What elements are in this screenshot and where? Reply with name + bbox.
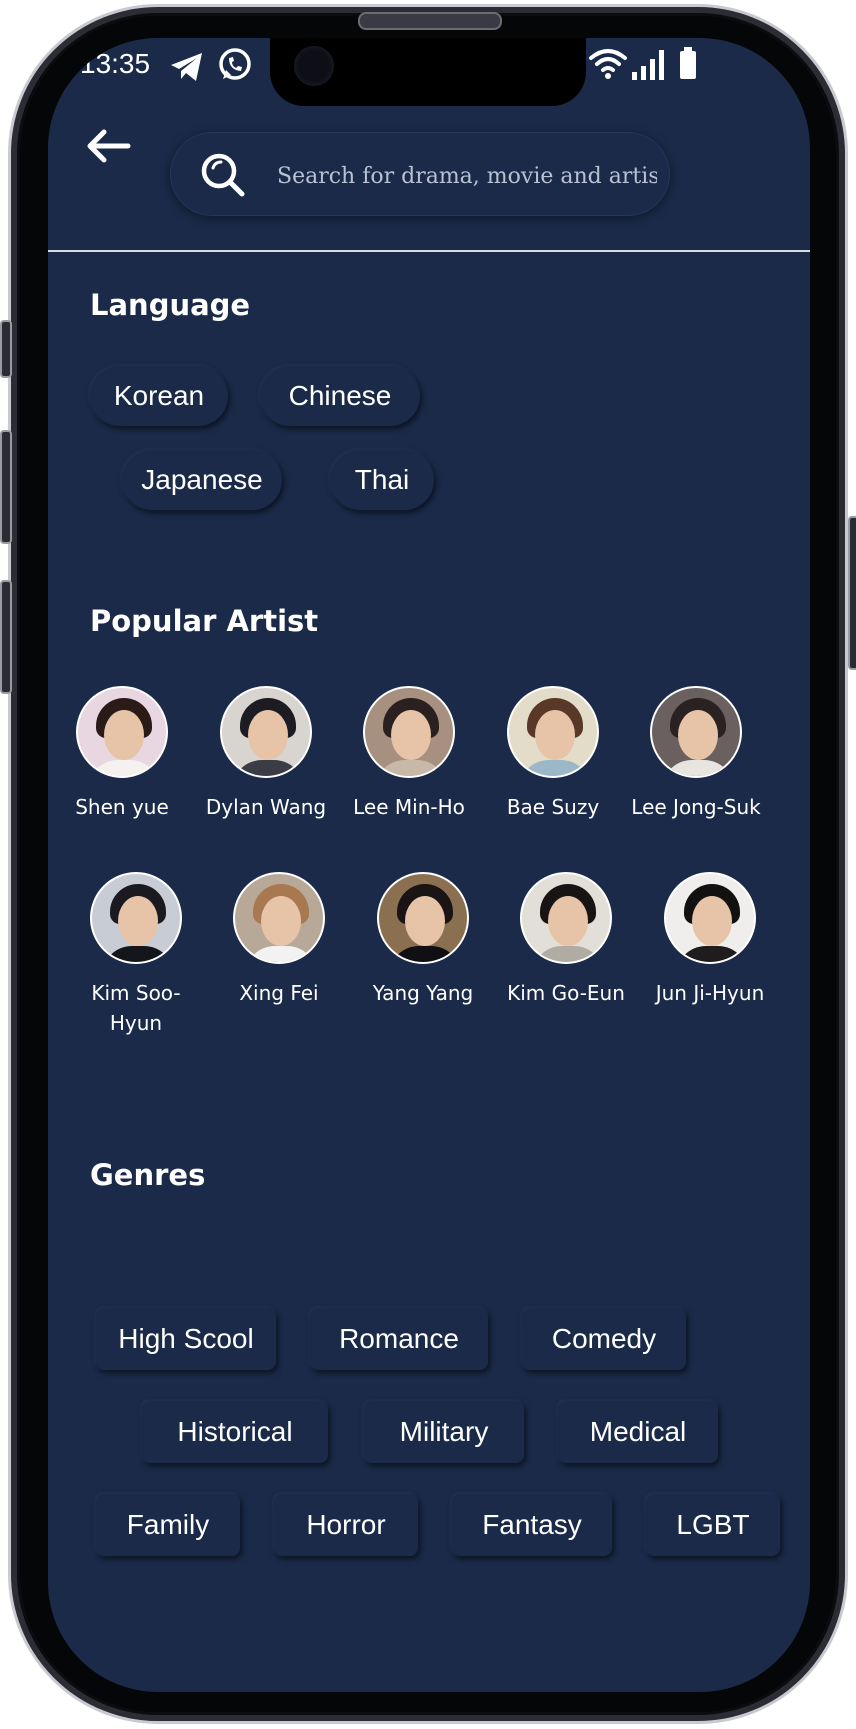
- artist-card[interactable]: Lee Jong-Suk: [631, 686, 761, 822]
- volume-down-button: [0, 580, 12, 694]
- artist-card[interactable]: Xing Fei: [214, 872, 344, 1008]
- genre-tag-lgbt[interactable]: LGBT: [646, 1494, 780, 1556]
- avatar: [76, 686, 168, 778]
- whatsapp-icon: [219, 48, 251, 80]
- artist-name: Bae Suzy: [506, 795, 600, 819]
- status-time: 13:35: [80, 48, 151, 79]
- artist-card[interactable]: Kim Go-Eun: [501, 872, 631, 1008]
- genre-tag-medical[interactable]: Medical: [558, 1401, 718, 1463]
- artist-card[interactable]: Dylan Wang: [201, 686, 331, 822]
- signal-icon: [632, 50, 664, 80]
- genre-tag-fantasy[interactable]: Fantasy: [452, 1494, 612, 1556]
- artist-name: Xing Fei: [239, 981, 319, 1005]
- genre-tag-comedy[interactable]: Comedy: [522, 1308, 686, 1370]
- avatar: [233, 872, 325, 964]
- front-camera: [294, 46, 334, 86]
- search-input[interactable]: [275, 133, 659, 219]
- battery-icon: [680, 47, 696, 79]
- artist-card[interactable]: Bae Suzy: [488, 686, 618, 822]
- artist-name: Jun Ji-Hyun: [655, 981, 765, 1005]
- artist-card[interactable]: Kim Soo-Hyun: [71, 872, 201, 1038]
- telegram-icon: [171, 53, 202, 81]
- genre-tag-horror[interactable]: Horror: [274, 1494, 418, 1556]
- artist-name: Kim Soo-Hyun: [91, 981, 181, 1035]
- search-icon: [201, 153, 245, 197]
- silent-switch: [0, 320, 12, 378]
- artist-name: Kim Go-Eun: [507, 981, 625, 1005]
- avatar: [520, 872, 612, 964]
- avatar: [664, 872, 756, 964]
- back-arrow-icon[interactable]: [84, 120, 136, 172]
- artist-card[interactable]: Jun Ji-Hyun: [645, 872, 775, 1008]
- artist-card[interactable]: Lee Min-Ho: [344, 686, 474, 822]
- avatar: [90, 872, 182, 964]
- genres-section-title: Genres: [90, 1158, 206, 1192]
- avatar: [507, 686, 599, 778]
- artist-name: Yang Yang: [372, 981, 474, 1005]
- genre-tag-historical[interactable]: Historical: [142, 1401, 328, 1463]
- genre-tag-romance[interactable]: Romance: [310, 1308, 488, 1370]
- popular-artist-section-title: Popular Artist: [90, 604, 319, 638]
- artist-name: Lee Min-Ho: [353, 795, 465, 819]
- avatar: [650, 686, 742, 778]
- language-option-japanese[interactable]: Japanese: [122, 450, 282, 510]
- power-button: [848, 516, 856, 670]
- language-option-thai[interactable]: Thai: [330, 450, 434, 510]
- search-bar[interactable]: [170, 132, 670, 219]
- wifi-icon: [589, 49, 627, 79]
- avatar: [377, 872, 469, 964]
- language-option-korean[interactable]: Korean: [90, 366, 228, 426]
- artist-card[interactable]: Shen yue: [57, 686, 187, 822]
- artist-card[interactable]: Yang Yang: [358, 872, 488, 1008]
- language-section-title: Language: [90, 288, 251, 322]
- genre-tag-military[interactable]: Military: [364, 1401, 524, 1463]
- genre-tag-family[interactable]: Family: [96, 1494, 240, 1556]
- language-option-chinese[interactable]: Chinese: [260, 366, 420, 426]
- artist-name: Shen yue: [75, 795, 169, 819]
- genre-tag-high-scool[interactable]: High Scool: [96, 1308, 276, 1370]
- avatar: [363, 686, 455, 778]
- artist-name: Dylan Wang: [205, 795, 327, 819]
- artist-name: Lee Jong-Suk: [631, 795, 761, 819]
- app-screen: 13:35 Language Korean Chinese: [48, 38, 810, 1692]
- earpiece-speaker: [358, 12, 502, 30]
- avatar: [220, 686, 312, 778]
- volume-up-button: [0, 430, 12, 544]
- header-divider: [48, 250, 810, 252]
